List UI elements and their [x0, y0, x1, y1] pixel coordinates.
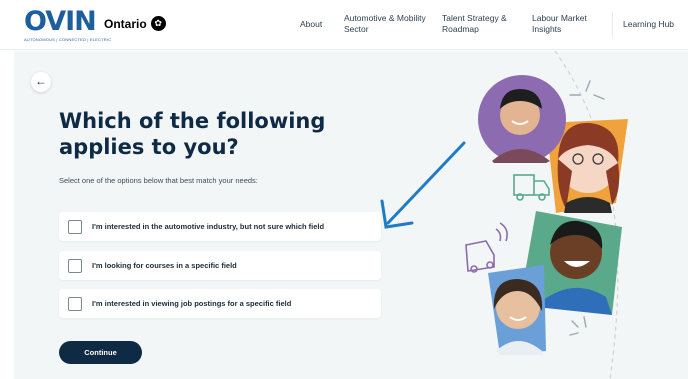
logo-wordmark: OVIN [24, 6, 97, 37]
illustration [380, 51, 628, 379]
arrow-left-icon: ← [35, 74, 47, 88]
site-header: OVIN AUTONOMOUS | CONNECTED | ELECTRIC O… [0, 0, 688, 50]
option-label: I'm interested in viewing job postings f… [92, 299, 292, 308]
option-label: I'm looking for courses in a specific fi… [92, 261, 237, 270]
nav-automotive-mobility[interactable]: Automotive & Mobility Sector [344, 13, 428, 35]
option-label: I'm interested in the automotive industr… [92, 222, 325, 231]
option-job-postings[interactable]: I'm interested in viewing job postings f… [59, 289, 381, 318]
ovin-logo[interactable]: OVIN AUTONOMOUS | CONNECTED | ELECTRIC [24, 6, 112, 43]
ontario-logo[interactable]: Ontario ✿ [104, 16, 166, 31]
person-photo-woman [488, 265, 546, 355]
checkbox[interactable] [68, 219, 82, 234]
page-title: Which of the following applies to you? [59, 109, 326, 159]
arrow-pointer-icon [380, 141, 466, 229]
back-button[interactable]: ← [31, 72, 51, 92]
trillium-icon: ✿ [150, 16, 166, 31]
car-icon [465, 222, 508, 273]
option-courses[interactable]: I'm looking for courses in a specific fi… [59, 251, 381, 280]
logo-tagline: AUTONOMOUS | CONNECTED | ELECTRIC [24, 37, 112, 42]
ontario-label: Ontario [104, 16, 147, 31]
checkbox[interactable] [68, 296, 82, 311]
truck-icon [513, 174, 550, 201]
nav-learning-hub[interactable]: Learning Hub [612, 12, 688, 38]
checkbox[interactable] [68, 258, 82, 273]
page-subtitle: Select one of the options below that bes… [59, 176, 258, 185]
nav-talent-strategy[interactable]: Talent Strategy & Roadmap [442, 13, 518, 35]
dashed-curve [554, 51, 619, 379]
nav-labour-market[interactable]: Labour Market Insights [532, 13, 602, 35]
nav-about[interactable]: About [300, 19, 322, 30]
person-photo-man [478, 75, 566, 163]
continue-button[interactable]: Continue [59, 341, 142, 364]
option-not-sure-field[interactable]: I'm interested in the automotive industr… [59, 212, 381, 241]
